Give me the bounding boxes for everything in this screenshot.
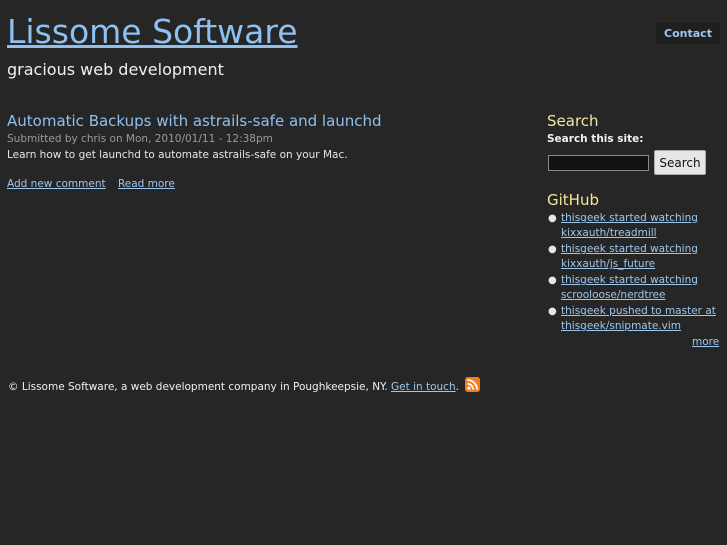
github-activity-text: thisgeek started watching: [561, 212, 698, 224]
list-item: ● thisgeek started watching scrooloose/ne…: [547, 273, 722, 303]
github-more-link[interactable]: more: [692, 336, 719, 348]
github-activity-text: thisgeek pushed to master at: [561, 305, 716, 317]
bullet-icon: ●: [548, 275, 557, 286]
node-title: Automatic Backups with astrails-safe and…: [7, 112, 382, 130]
github-activity-text: thisgeek started watching: [561, 274, 698, 286]
github-activity-repo: kixxauth/treadmill: [561, 227, 657, 239]
github-activity-link[interactable]: thisgeek started watching scrooloose/nerd…: [561, 274, 698, 301]
rss-feed-icon[interactable]: [465, 377, 481, 392]
node-title-link[interactable]: Automatic Backups with astrails-safe and…: [7, 112, 382, 130]
bullet-icon: ●: [548, 306, 557, 317]
github-activity-link[interactable]: thisgeek started watching kixxauth/treadm…: [561, 212, 698, 239]
list-item: ● thisgeek started watching kixxauth/trea…: [547, 211, 722, 241]
search-input[interactable]: [548, 155, 649, 171]
node-submitted-info: Submitted by chris on Mon, 2010/01/11 - …: [7, 133, 273, 145]
search-label: Search this site:: [547, 133, 644, 145]
bullet-icon: ●: [548, 244, 557, 255]
read-more-link[interactable]: Read more: [118, 178, 175, 190]
site-name: Lissome Software: [7, 12, 298, 52]
bullet-icon: ●: [548, 213, 557, 224]
rss-icon-graphic: [465, 377, 481, 392]
list-item: ● thisgeek started watching kixxauth/js_f…: [547, 242, 722, 272]
github-activity-repo: kixxauth/js_future: [561, 258, 656, 270]
node-teaser: Learn how to get launchd to automate ast…: [7, 149, 348, 161]
footer-period: .: [455, 381, 459, 393]
page: Lissome Software gracious web developmen…: [0, 0, 727, 545]
get-in-touch-link[interactable]: Get in touch: [391, 381, 456, 393]
add-comment-link[interactable]: Add new comment: [7, 178, 106, 190]
footer-text: © Lissome Software, a web development co…: [8, 381, 388, 393]
site-name-link[interactable]: Lissome Software: [7, 12, 298, 51]
site-slogan: gracious web development: [7, 60, 224, 79]
github-activity-repo: scrooloose/nerdtree: [561, 289, 666, 301]
node-links: Add new comment Read more: [7, 178, 184, 190]
github-activity-link[interactable]: thisgeek started watching kixxauth/js_fut…: [561, 243, 698, 270]
github-activity-list: ● thisgeek started watching kixxauth/trea…: [547, 211, 722, 335]
github-activity-repo: thisgeek/snipmate.vim: [561, 320, 682, 332]
contact-tab[interactable]: Contact: [656, 23, 720, 44]
search-block-title: Search: [547, 112, 599, 130]
list-item: ● thisgeek pushed to master at thisgeek/s…: [547, 304, 722, 334]
github-activity-text: thisgeek started watching: [561, 243, 698, 255]
footer: © Lissome Software, a web development co…: [8, 377, 481, 393]
search-button[interactable]: Search: [654, 150, 706, 175]
github-activity-link[interactable]: thisgeek pushed to master at thisgeek/sni…: [561, 305, 716, 332]
github-block-title: GitHub: [547, 191, 599, 209]
